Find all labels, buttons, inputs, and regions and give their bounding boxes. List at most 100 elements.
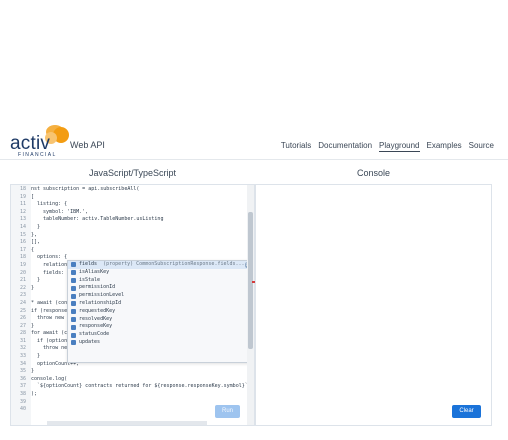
code-line[interactable]: 12 symbol: 'IBM.', [11, 209, 249, 217]
code-line[interactable]: 39 [11, 399, 249, 407]
code-text: throw new a [31, 315, 71, 322]
code-editor[interactable]: 18 nst subscription = api.subscribeAll( 19… [10, 184, 255, 426]
line-number: 25 [19, 307, 26, 314]
nav-documentation[interactable]: Documentation [318, 141, 372, 152]
code-text: } [31, 368, 35, 375]
line-number: 37 [19, 383, 26, 390]
autocomplete-label: statusCode [79, 331, 110, 338]
editor-horizontal-scrollbar[interactable] [47, 421, 207, 425]
autocomplete-detail: (property) CommonSubscriptionResponse.fi… [103, 261, 245, 267]
code-line[interactable]: 11 listing: { [11, 201, 249, 209]
top-header: activ FINANCIAL Web API Tutorials Docume… [0, 116, 508, 160]
code-line[interactable]: 38); [11, 391, 249, 399]
code-text: { [31, 246, 35, 253]
autocomplete-item[interactable]: fields (property) CommonSubscriptionRespo… [68, 261, 252, 269]
line-number: 19 [19, 261, 26, 268]
line-number: 18 [19, 186, 26, 192]
code-line[interactable]: 14 } [11, 224, 249, 232]
autocomplete-item[interactable]: statusCode [68, 331, 252, 339]
property-icon [71, 316, 76, 322]
code-line[interactable]: 19 [ [11, 194, 249, 202]
code-text: tableNumber: activ.TableNumber.usListing [31, 216, 164, 223]
autocomplete-popup: fields (property) CommonSubscriptionRespo… [67, 260, 253, 363]
run-button[interactable]: Run [215, 405, 240, 418]
nav-source[interactable]: Source [469, 141, 494, 152]
code-line[interactable]: 13 tableNumber: activ.TableNumber.usList… [11, 216, 249, 224]
line-number: 34 [19, 360, 26, 367]
autocomplete-label: relationshipId [79, 299, 122, 306]
autocomplete-item[interactable]: isAliasKey [68, 269, 252, 277]
autocomplete-item[interactable]: isStale [68, 277, 252, 285]
code-line[interactable]: 35} [11, 368, 249, 376]
autocomplete-label: responseKey [79, 323, 113, 330]
property-icon [71, 309, 76, 315]
property-icon [71, 324, 76, 330]
console-output [255, 184, 492, 426]
activ-logo[interactable]: activ FINANCIAL [10, 121, 72, 159]
code-line[interactable]: 40 [11, 406, 249, 414]
nav-playground[interactable]: Playground [379, 141, 420, 152]
property-icon [71, 285, 76, 291]
code-text: } [31, 322, 35, 329]
code-text: [], [31, 239, 41, 246]
line-number: 22 [19, 284, 26, 291]
line-number: 11 [19, 201, 26, 208]
line-number: 16 [19, 239, 26, 246]
property-icon [71, 262, 76, 268]
code-text: symbol: 'IBM.', [31, 208, 89, 215]
code-text: } [31, 277, 41, 284]
code-line[interactable]: 15}, [11, 232, 249, 240]
code-text: } [31, 284, 35, 291]
code-text: relations [31, 261, 71, 268]
autocomplete-label: permissionId [79, 284, 116, 291]
code-text: ); [31, 391, 38, 398]
nav-examples[interactable]: Examples [427, 141, 462, 152]
property-icon [71, 270, 76, 276]
property-icon [71, 332, 76, 338]
line-number: 33 [19, 353, 26, 360]
console-pane-title: Console [356, 168, 391, 178]
code-text: `${optionCount} contracts returned for $… [31, 383, 248, 390]
autocomplete-item[interactable]: relationshipId [68, 300, 252, 308]
code-line[interactable]: 18 nst subscription = api.subscribeAll( [11, 186, 249, 194]
code-text: fields: [ [31, 269, 71, 276]
autocomplete-item[interactable]: responseKey [68, 323, 252, 331]
property-icon [71, 301, 76, 307]
code-text: listing: { [31, 201, 68, 208]
line-number: 27 [19, 322, 26, 329]
autocomplete-label: resolvedKey [79, 315, 113, 322]
code-text: options: { [31, 254, 68, 261]
editor-pane-title: JavaScript/TypeScript [88, 168, 177, 178]
code-line[interactable]: 16 [], [11, 239, 249, 247]
property-icon [71, 277, 76, 283]
code-text: * await (cons [31, 299, 71, 306]
line-number: 17 [19, 246, 26, 253]
autocomplete-label: permissionLevel [79, 292, 125, 299]
code-line[interactable]: 36 console.log( [11, 376, 249, 384]
line-number: 36 [19, 375, 26, 382]
autocomplete-item[interactable]: permissionLevel [68, 292, 252, 300]
autocomplete-item[interactable]: updates [68, 339, 252, 347]
clear-button[interactable]: Clear [452, 405, 481, 418]
line-number: 15 [19, 231, 26, 238]
code-text: if (response. [31, 307, 71, 314]
line-number: 14 [19, 223, 26, 230]
line-number: 31 [19, 337, 26, 344]
main-nav: Tutorials Documentation Playground Examp… [281, 141, 494, 152]
line-number: 20 [19, 269, 26, 276]
nav-tutorials[interactable]: Tutorials [281, 141, 311, 152]
line-number: 21 [19, 277, 26, 284]
autocomplete-item[interactable]: requestedKey [68, 308, 252, 316]
code-line[interactable]: 17 { [11, 247, 249, 255]
code-text: nst subscription = api.subscribeAll( [31, 186, 140, 192]
code-text: console.log( [31, 375, 68, 382]
code-line[interactable]: 37 `${optionCount} contracts returned fo… [11, 383, 249, 391]
autocomplete-item[interactable]: permissionId [68, 284, 252, 292]
autocomplete-item[interactable]: resolvedKey [68, 316, 252, 324]
line-number: 26 [19, 315, 26, 322]
editor-vertical-scrollbar[interactable] [247, 185, 254, 425]
line-number: 12 [19, 208, 26, 215]
line-number: 35 [19, 368, 26, 375]
